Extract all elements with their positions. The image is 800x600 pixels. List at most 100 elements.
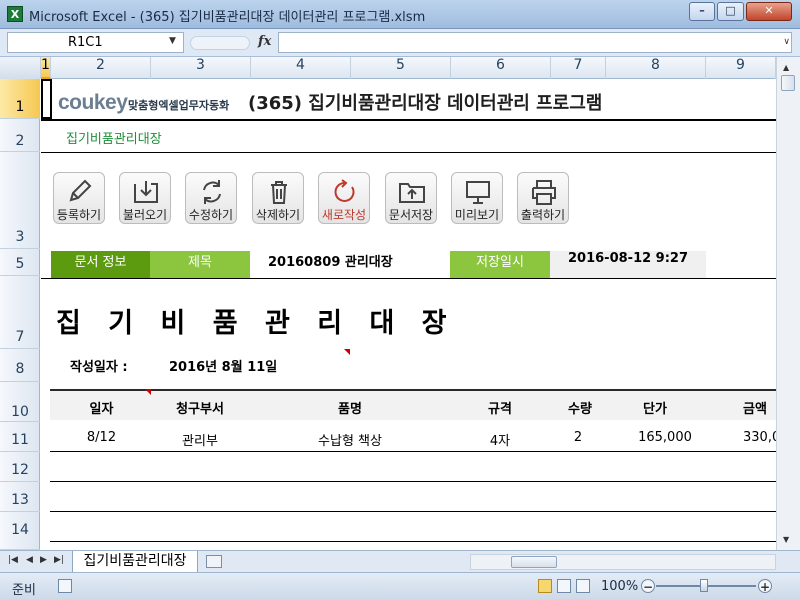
name-box-dropdown-icon[interactable]: ▼ <box>169 36 176 46</box>
title-value[interactable]: 20160809 관리대장 <box>250 251 450 278</box>
cell-quantity[interactable]: 2 <box>558 430 598 445</box>
worksheet-grid[interactable]: coukey 맞춤형엑셀업무자동화 (365) 집기비품관리대장 데이터관리 프… <box>41 79 776 550</box>
toolbar-label: 문서저장 <box>388 208 434 222</box>
page-break-view-icon[interactable] <box>576 579 590 593</box>
row-header[interactable]: 12 <box>0 452 40 482</box>
pencil-icon <box>69 179 92 202</box>
title-bar: X Microsoft Excel - (365) 집기비품관리대장 데이터관리… <box>0 0 800 29</box>
column-header[interactable]: 4 <box>251 57 351 79</box>
scroll-up-icon[interactable]: ▲ <box>783 63 789 72</box>
row-header[interactable]: 2 <box>0 119 40 152</box>
excel-app-icon[interactable]: X <box>7 6 23 22</box>
active-cell[interactable] <box>41 79 52 119</box>
sheet-subtitle: 집기비품관리대장 <box>66 132 162 147</box>
insert-sheet-icon[interactable] <box>206 555 222 568</box>
toolbar-label: 등록하기 <box>56 208 102 222</box>
expand-formula-bar-icon[interactable]: ∨ <box>783 37 790 47</box>
header-date: 일자 <box>89 402 114 417</box>
column-header[interactable]: 6 <box>451 57 551 79</box>
date-value[interactable]: 2016년 8월 11일 <box>169 356 277 375</box>
vertical-scroll-thumb[interactable] <box>781 75 795 91</box>
divider <box>41 119 776 121</box>
toolbar-label: 미리보기 <box>454 208 500 222</box>
name-box[interactable]: R1C1 <box>7 32 184 53</box>
table-row-line <box>50 481 776 482</box>
header-quantity: 수량 <box>568 402 592 417</box>
macro-record-icon[interactable] <box>58 579 72 593</box>
normal-view-icon[interactable] <box>538 579 552 593</box>
cell-department[interactable]: 관리부 <box>160 430 240 449</box>
horizontal-scrollbar[interactable] <box>470 554 776 570</box>
page-layout-view-icon[interactable] <box>557 579 571 593</box>
column-header[interactable]: 5 <box>351 57 451 79</box>
printer-icon <box>532 180 556 205</box>
insert-function-icon[interactable]: fx <box>258 34 271 49</box>
cell-date[interactable]: 8/12 <box>69 430 134 445</box>
header-department: 청구부서 <box>176 402 224 417</box>
prev-sheet-icon[interactable]: ◀ <box>26 555 33 565</box>
maximize-button[interactable]: □ <box>717 2 744 21</box>
saved-value: 2016-08-12 9:27 <box>550 251 706 278</box>
table-row-line <box>50 541 776 542</box>
row-headers: 1 2 3 5 7 8 10 11 12 13 14 <box>0 79 40 550</box>
new-doc-icon <box>334 179 355 202</box>
zoom-out-icon[interactable]: − <box>641 579 655 594</box>
column-header[interactable]: 7 <box>551 57 606 79</box>
table-header: 일자 청구부서 품명 규격 수량 단가 금액 <box>50 389 776 420</box>
zoom-level[interactable]: 100% <box>601 579 638 594</box>
comment-indicator[interactable] <box>344 349 350 355</box>
first-sheet-icon[interactable]: |◀ <box>8 555 18 565</box>
close-button[interactable]: ✕ <box>746 2 792 21</box>
toolbar-label: 출력하기 <box>520 208 566 222</box>
date-label: 작성일자 : <box>70 360 128 375</box>
column-headers: 1 2 3 4 5 6 7 8 9 <box>0 57 800 79</box>
document-title: 집 기 비 품 관 리 대 장 <box>56 308 456 339</box>
cell-unit-price[interactable]: 165,000 <box>630 430 700 445</box>
row-header[interactable]: 11 <box>0 422 40 452</box>
sheet-tab-bar: |◀ ◀ ▶ ▶| 집기비품관리대장 <box>0 550 800 573</box>
next-sheet-icon[interactable]: ▶ <box>40 555 47 565</box>
doc-info-label: 문서 정보 <box>51 251 150 278</box>
row-header[interactable]: 3 <box>0 152 40 249</box>
sheet-tab[interactable]: 집기비품관리대장 <box>72 551 198 573</box>
formula-input[interactable] <box>278 32 792 53</box>
row-header[interactable]: 7 <box>0 276 40 349</box>
vertical-scrollbar[interactable]: ▲ ▼ <box>776 57 800 550</box>
status-bar: 준비 100% − + <box>0 572 800 600</box>
divider <box>41 152 776 153</box>
comment-indicator[interactable] <box>145 389 151 395</box>
select-all-corner[interactable] <box>0 57 41 79</box>
header-spec: 규격 <box>488 402 512 417</box>
scroll-down-icon[interactable]: ▼ <box>783 535 789 544</box>
cell-spec[interactable]: 4자 <box>470 430 530 449</box>
column-header[interactable]: 3 <box>151 57 251 79</box>
last-sheet-icon[interactable]: ▶| <box>54 555 64 565</box>
row-header[interactable]: 10 <box>0 382 40 422</box>
column-header[interactable]: 8 <box>606 57 706 79</box>
column-header[interactable]: 2 <box>51 57 151 79</box>
zoom-in-icon[interactable]: + <box>758 579 772 594</box>
formula-bar: R1C1 ▼ fx ∨ <box>0 29 800 57</box>
zoom-slider-thumb[interactable] <box>700 579 708 592</box>
row-header[interactable]: 14 <box>0 512 40 550</box>
divider <box>41 278 776 279</box>
header-item: 품명 <box>338 402 362 417</box>
logo-text: coukey <box>58 91 128 114</box>
column-header[interactable]: 1 <box>41 57 51 79</box>
cell-amount[interactable]: 330,000 <box>743 430 776 445</box>
minimize-button[interactable]: – <box>689 2 715 21</box>
table-row-line <box>50 451 776 452</box>
table-row-line <box>50 511 776 512</box>
formula-bar-resize-handle[interactable] <box>190 36 250 50</box>
row-header[interactable]: 1 <box>0 79 40 119</box>
row-header[interactable]: 5 <box>0 249 40 276</box>
cell-item[interactable]: 수납형 책상 <box>290 430 410 449</box>
logo-subtitle: 맞춤형엑셀업무자동화 <box>128 99 230 112</box>
toolbar-label: 삭제하기 <box>255 208 301 222</box>
column-header[interactable]: 9 <box>706 57 776 79</box>
row-header[interactable]: 8 <box>0 349 40 382</box>
horizontal-scroll-thumb[interactable] <box>511 556 557 568</box>
header-unit-price: 단가 <box>643 402 667 417</box>
row-header[interactable]: 13 <box>0 482 40 512</box>
toolbar-label: 수정하기 <box>188 208 234 222</box>
